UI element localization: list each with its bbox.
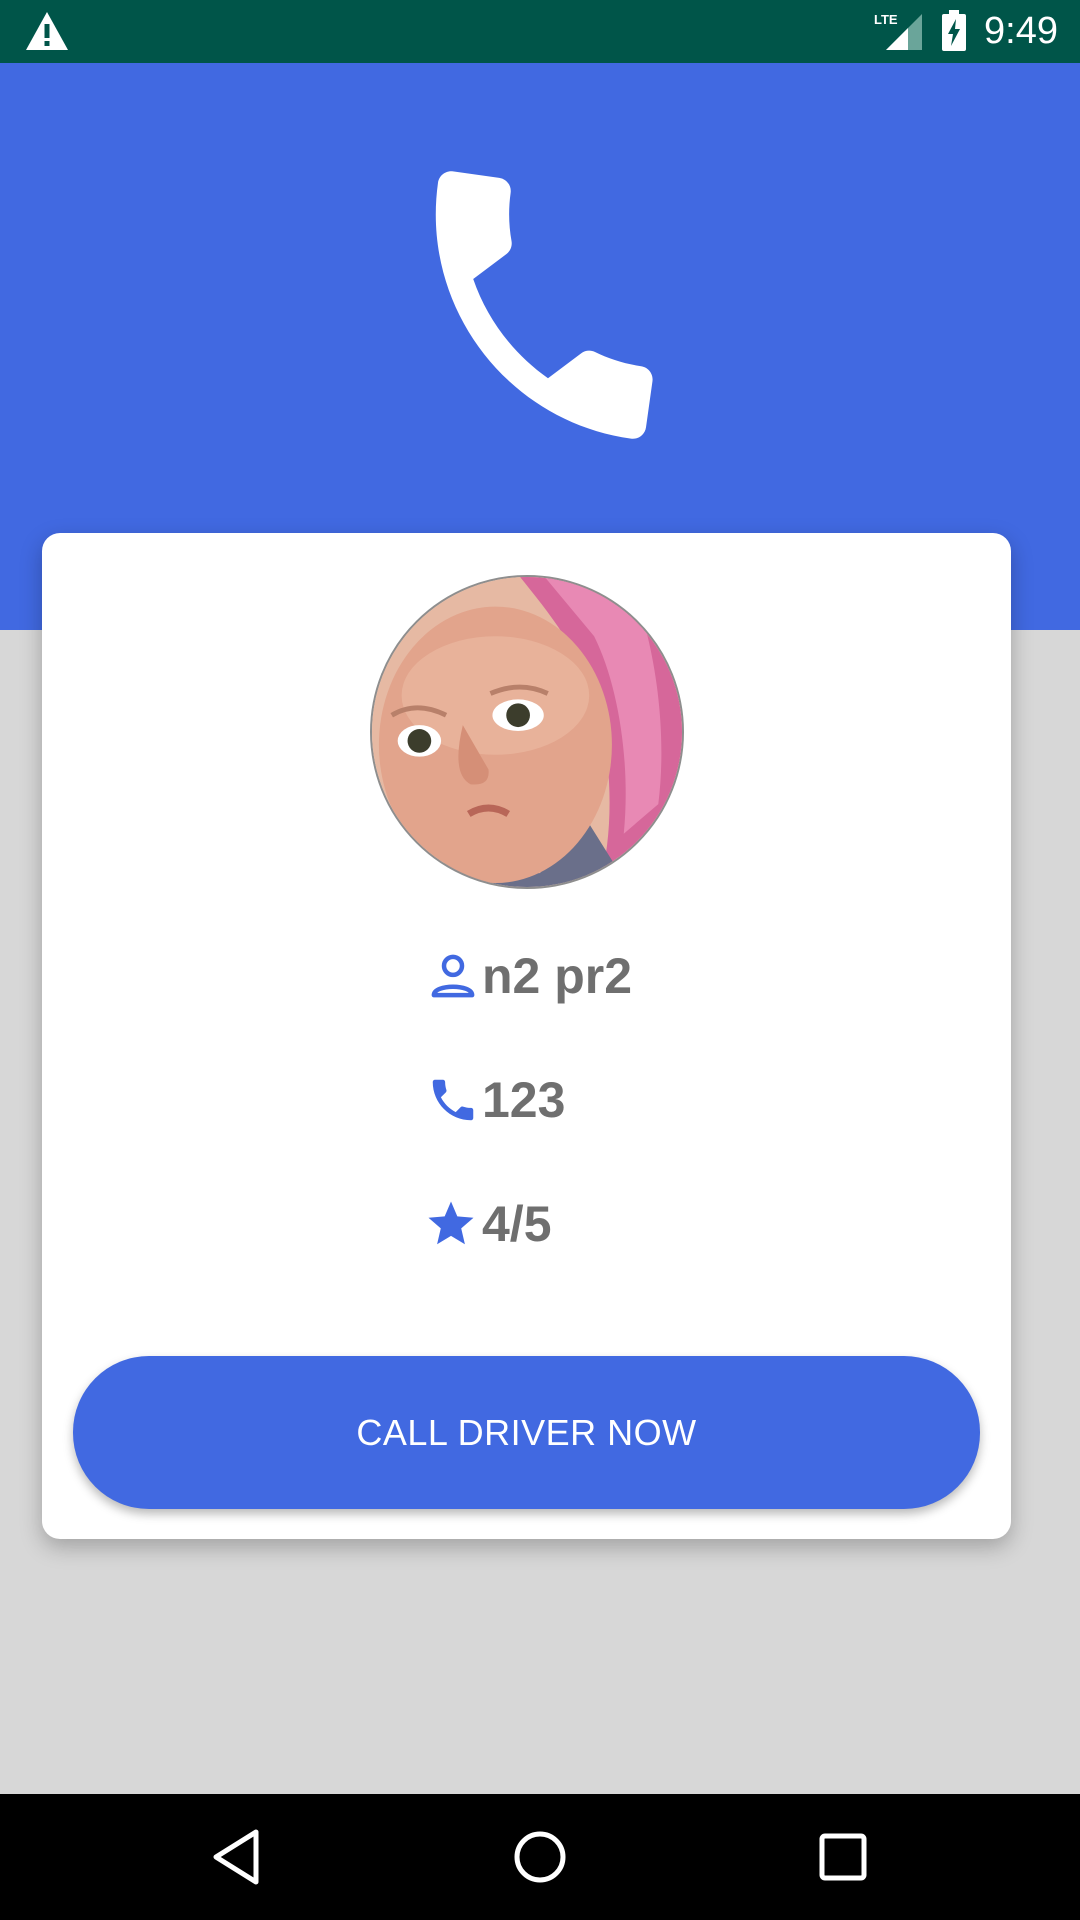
driver-rating: 4/5 xyxy=(482,1196,552,1252)
driver-phone: 123 xyxy=(482,1072,566,1128)
driver-card: n2 pr2 123 4/5 CALL DRIVER NOW xyxy=(42,533,1011,1539)
driver-avatar xyxy=(370,575,684,889)
status-bar: LTE 9:49 xyxy=(0,0,1080,63)
call-driver-button[interactable]: CALL DRIVER NOW xyxy=(73,1356,980,1509)
navigation-bar xyxy=(0,1794,1080,1920)
star-icon xyxy=(428,1201,474,1245)
back-icon[interactable] xyxy=(204,1824,270,1890)
status-clock: 9:49 xyxy=(984,10,1058,52)
warning-icon xyxy=(26,12,68,50)
driver-name-row: n2 pr2 xyxy=(42,941,1011,1011)
driver-phone-row: 123 xyxy=(42,1065,1011,1135)
driver-name: n2 pr2 xyxy=(482,948,633,1004)
driver-call-screen: LTE 9:49 n2 pr2 123 4/5 CALL DRIVER NOW xyxy=(0,0,1080,1920)
recents-icon[interactable] xyxy=(810,1824,876,1890)
phone-icon xyxy=(435,171,653,439)
person-outline-icon xyxy=(431,954,475,998)
home-icon[interactable] xyxy=(507,1824,573,1890)
battery-charging-icon xyxy=(942,10,966,51)
network-type-label: LTE xyxy=(874,12,898,27)
driver-photo xyxy=(372,577,682,887)
signal-icon: LTE xyxy=(874,12,922,50)
phone-icon xyxy=(432,1079,474,1121)
driver-rating-row: 4/5 xyxy=(42,1189,1011,1259)
